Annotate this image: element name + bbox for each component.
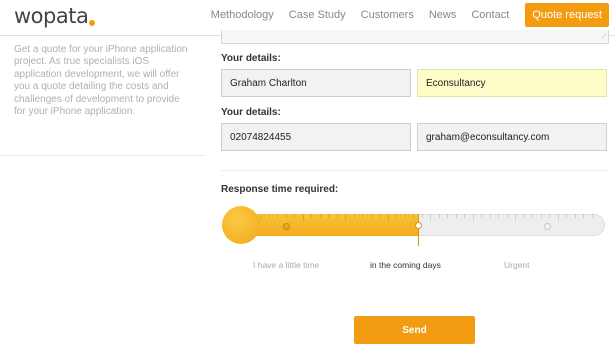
details-label-2: Your details: (221, 107, 281, 118)
phone-field[interactable]: 02074824455 (221, 123, 411, 151)
slider-tick (413, 214, 414, 218)
slider-tick (336, 214, 338, 218)
slider-tick (540, 214, 542, 218)
slider-tick (379, 214, 380, 218)
slider-tick (421, 214, 423, 218)
logo-dot-icon (89, 20, 96, 26)
option-coming-days[interactable]: in the coming days (370, 260, 441, 270)
slider-tick (277, 214, 278, 218)
send-button[interactable]: Send (354, 316, 475, 344)
slider-tick (430, 214, 431, 221)
slider-tick (328, 214, 329, 218)
slider-tick (566, 214, 567, 218)
nav-case-study[interactable]: Case Study (289, 9, 346, 21)
main-nav: Methodology Case Study Customers News Co… (211, 0, 615, 30)
message-textarea[interactable]: ⟋ (221, 30, 609, 44)
slider-tick (396, 214, 397, 218)
slider-tick (481, 214, 482, 218)
resize-grip-icon[interactable]: ⟋ (601, 34, 606, 42)
slider-stop-1[interactable] (283, 223, 290, 230)
slider-tick (515, 214, 516, 221)
slider-handle[interactable] (415, 222, 422, 229)
email-field[interactable]: graham@econsultancy.com (417, 123, 607, 151)
slider-tick (311, 214, 312, 218)
nav-methodology[interactable]: Methodology (211, 9, 274, 21)
slider-tick (404, 214, 406, 218)
nav-news[interactable]: News (429, 9, 457, 21)
slider-tick (345, 214, 346, 221)
details-label-1: Your details: (221, 53, 281, 64)
slider-tick (583, 214, 584, 218)
slider-tick (557, 214, 559, 221)
slider-stop-3[interactable] (544, 223, 551, 230)
slider-tick (591, 214, 593, 218)
quote-request-button[interactable]: Quote request (525, 3, 609, 27)
slider-tick (353, 214, 355, 218)
slider-tick (464, 214, 465, 218)
company-field[interactable]: Econsultancy (417, 69, 607, 97)
intro-text: Get a quote for your iPhone application … (14, 44, 188, 118)
slider-tick (498, 214, 499, 218)
nav-customers[interactable]: Customers (361, 9, 414, 21)
slider-tick (260, 214, 261, 221)
option-urgent[interactable]: Urgent (504, 260, 530, 270)
slider-tick (532, 214, 533, 218)
slider-tick (438, 214, 440, 218)
option-little-time[interactable]: I have a little time (253, 260, 319, 270)
slider-tick (549, 214, 550, 218)
section-divider (221, 170, 609, 171)
slider-tick (370, 214, 372, 218)
response-time-label: Response time required: (221, 184, 339, 195)
left-divider (0, 155, 205, 156)
wopata-logo[interactable]: wopata (14, 4, 96, 28)
nav-contact[interactable]: Contact (471, 9, 509, 21)
slider-tick (506, 214, 508, 218)
slider-tick (523, 214, 525, 218)
slider-tick (285, 214, 287, 218)
slider-handle-line (418, 214, 419, 246)
slider-knob[interactable] (222, 206, 260, 244)
slider-tick (268, 214, 270, 218)
slider-tick (319, 214, 321, 218)
slider-tick (387, 214, 389, 221)
slider-tick (472, 214, 474, 221)
slider-tick (362, 214, 363, 218)
slider-tick (447, 214, 448, 218)
slider-tick (574, 214, 576, 218)
slider-tick (455, 214, 457, 218)
slider-tick (294, 214, 295, 218)
slider-tick (302, 214, 304, 221)
slider-tick (489, 214, 491, 218)
logo-text: wopata (14, 4, 89, 28)
name-field[interactable]: Graham Charlton (221, 69, 411, 97)
